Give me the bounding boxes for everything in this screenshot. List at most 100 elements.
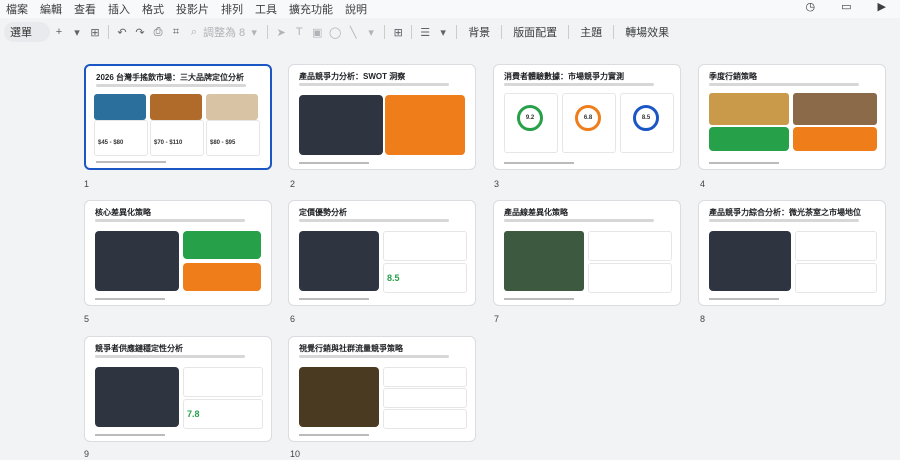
slide-subtitle-line bbox=[709, 219, 859, 222]
present-icon[interactable]: ▶ bbox=[872, 0, 892, 13]
price-range: $70 - $110 bbox=[154, 140, 183, 146]
slide-footer bbox=[504, 298, 574, 300]
divider bbox=[501, 25, 503, 39]
menu-file[interactable]: 檔案 bbox=[0, 1, 34, 17]
line-icon[interactable]: ╲ bbox=[344, 26, 362, 39]
price-range: $80 - $95 bbox=[210, 140, 236, 146]
slide-thumbnail-5[interactable]: 核心差異化策略 bbox=[84, 200, 272, 306]
paint-format-icon[interactable]: ⌗ bbox=[167, 26, 185, 39]
info-card bbox=[383, 231, 467, 261]
comment-add-icon[interactable]: ⊞ bbox=[389, 26, 407, 39]
slide-number: 7 bbox=[494, 314, 500, 324]
slide-title: 定價優勢分析 bbox=[299, 208, 347, 217]
menu-extensions[interactable]: 擴充功能 bbox=[283, 1, 339, 17]
slide-thumbnail-1[interactable]: 2026 台灣手搖飲市場：三大品牌定位分析 $45 - $80 $70 - $1… bbox=[84, 64, 272, 170]
menu-insert[interactable]: 插入 bbox=[102, 1, 136, 17]
strategy-panel bbox=[709, 127, 789, 151]
slide-title: 產品競爭力綜合分析：微光茶室之市場地位 bbox=[709, 208, 861, 217]
weakness-panel bbox=[385, 95, 465, 155]
divider bbox=[456, 25, 458, 39]
score-gauge: 6.8 bbox=[575, 105, 601, 131]
slide-thumbnail-7[interactable]: 產品線差異化策略 bbox=[493, 200, 681, 306]
history-icon[interactable]: ◷ bbox=[800, 0, 822, 13]
slide-subtitle-line bbox=[95, 219, 245, 222]
new-slide-icon[interactable]: + bbox=[50, 26, 68, 38]
slide-thumbnail-2[interactable]: 產品競爭力分析：SWOT 洞察 bbox=[288, 64, 476, 170]
slide-subtitle-line bbox=[299, 83, 449, 86]
slide-thumbnail-4[interactable]: 季度行銷策略 bbox=[698, 64, 886, 170]
redo-icon[interactable]: ↷ bbox=[131, 26, 149, 39]
menu-help[interactable]: 說明 bbox=[339, 1, 373, 17]
chevron-down-icon[interactable]: ▾ bbox=[68, 26, 86, 39]
strategy-panel bbox=[183, 263, 261, 291]
slide-thumbnail-8[interactable]: 產品競爭力綜合分析：微光茶室之市場地位 bbox=[698, 200, 886, 306]
slide-number: 9 bbox=[84, 449, 90, 459]
slide-thumbnail-9[interactable]: 競爭者供應鏈穩定性分析 7.8 bbox=[84, 336, 272, 442]
chevron-down-icon[interactable]: ▾ bbox=[245, 26, 263, 39]
slide-title: 產品競爭力分析：SWOT 洞察 bbox=[299, 72, 406, 81]
menu-arrange[interactable]: 排列 bbox=[215, 1, 249, 17]
list-icon[interactable]: ☰ bbox=[416, 26, 434, 39]
slide-footer bbox=[96, 161, 166, 163]
undo-icon[interactable]: ↶ bbox=[113, 26, 131, 39]
menu-bar: 檔案 編輯 查看 插入 格式 投影片 排列 工具 擴充功能 說明 ◷ ▭ ▶ bbox=[0, 0, 900, 18]
slide-title: 核心差異化策略 bbox=[95, 208, 151, 217]
info-card bbox=[795, 231, 877, 261]
layout-button[interactable]: 版面配置 bbox=[506, 24, 564, 40]
slide-footer bbox=[95, 434, 165, 436]
slide-subtitle-line bbox=[299, 355, 449, 358]
comment-icon[interactable]: ▭ bbox=[835, 0, 857, 13]
core-panel bbox=[709, 231, 791, 291]
chevron-down-icon[interactable]: ▾ bbox=[434, 26, 452, 39]
cursor-icon[interactable]: ➤ bbox=[272, 26, 290, 39]
divider bbox=[108, 25, 109, 39]
drink-image bbox=[94, 94, 146, 120]
slide-subtitle-line bbox=[95, 355, 245, 358]
slide-subtitle-line bbox=[504, 83, 654, 86]
menu-tools[interactable]: 工具 bbox=[249, 1, 283, 17]
text-box-icon[interactable]: T bbox=[290, 26, 308, 38]
slide-thumbnail-10[interactable]: 視覺行銷與社群流量競爭策略 bbox=[288, 336, 476, 442]
slide-number: 3 bbox=[494, 179, 500, 189]
toolbar: 選單 + ▾ ⊞ ↶ ↷ ⎙ ⌗ ⌕ 調整為 8 ▾ ➤ T ▣ ◯ ╲ ▾ ⊞… bbox=[0, 20, 900, 44]
pricing-panel bbox=[299, 231, 379, 291]
score-gauge: 9.2 bbox=[517, 105, 543, 131]
slide-number: 6 bbox=[290, 314, 296, 324]
shop-image bbox=[793, 93, 877, 125]
print-icon[interactable]: ⎙ bbox=[149, 26, 167, 39]
info-card bbox=[795, 263, 877, 293]
slide-subtitle-line bbox=[504, 219, 654, 222]
transition-button[interactable]: 轉場效果 bbox=[618, 24, 676, 40]
add-slide-icon[interactable]: ⊞ bbox=[86, 26, 104, 39]
slide-thumbnail-6[interactable]: 定價優勢分析 8.5 bbox=[288, 200, 476, 306]
background-button[interactable]: 背景 bbox=[461, 24, 497, 40]
drink-image bbox=[206, 94, 258, 120]
menu-format[interactable]: 格式 bbox=[136, 1, 170, 17]
zoom-icon[interactable]: ⌕ bbox=[185, 26, 203, 39]
slide-title: 視覺行銷與社群流量競爭策略 bbox=[299, 344, 403, 353]
divider bbox=[267, 25, 269, 39]
menu-edit[interactable]: 編輯 bbox=[34, 1, 68, 17]
menu-search-pill[interactable]: 選單 bbox=[4, 22, 50, 42]
menu-view[interactable]: 查看 bbox=[68, 1, 102, 17]
slide-number: 1 bbox=[84, 179, 90, 189]
slide-footer bbox=[299, 298, 369, 300]
zoom-select[interactable]: 調整為 8 bbox=[203, 24, 245, 40]
drink-image bbox=[150, 94, 202, 120]
shape-icon[interactable]: ◯ bbox=[326, 26, 344, 39]
brand-card bbox=[206, 120, 260, 156]
usp-panel bbox=[95, 231, 179, 291]
menu-slide[interactable]: 投影片 bbox=[170, 1, 215, 17]
slide-thumbnail-3[interactable]: 消費者體驗數據：市場競爭力實測 9.2 6.8 8.5 bbox=[493, 64, 681, 170]
drink-image bbox=[709, 93, 789, 125]
price-range: $45 - $80 bbox=[98, 140, 124, 146]
slide-subtitle-line bbox=[709, 83, 859, 86]
theme-button[interactable]: 主題 bbox=[573, 24, 609, 40]
divider bbox=[384, 25, 386, 39]
image-icon[interactable]: ▣ bbox=[308, 26, 326, 39]
info-card bbox=[383, 367, 467, 387]
slide-number: 10 bbox=[290, 449, 301, 459]
slide-footer bbox=[95, 298, 165, 300]
slide-title: 產品線差異化策略 bbox=[504, 208, 568, 217]
chevron-down-icon[interactable]: ▾ bbox=[362, 26, 380, 39]
